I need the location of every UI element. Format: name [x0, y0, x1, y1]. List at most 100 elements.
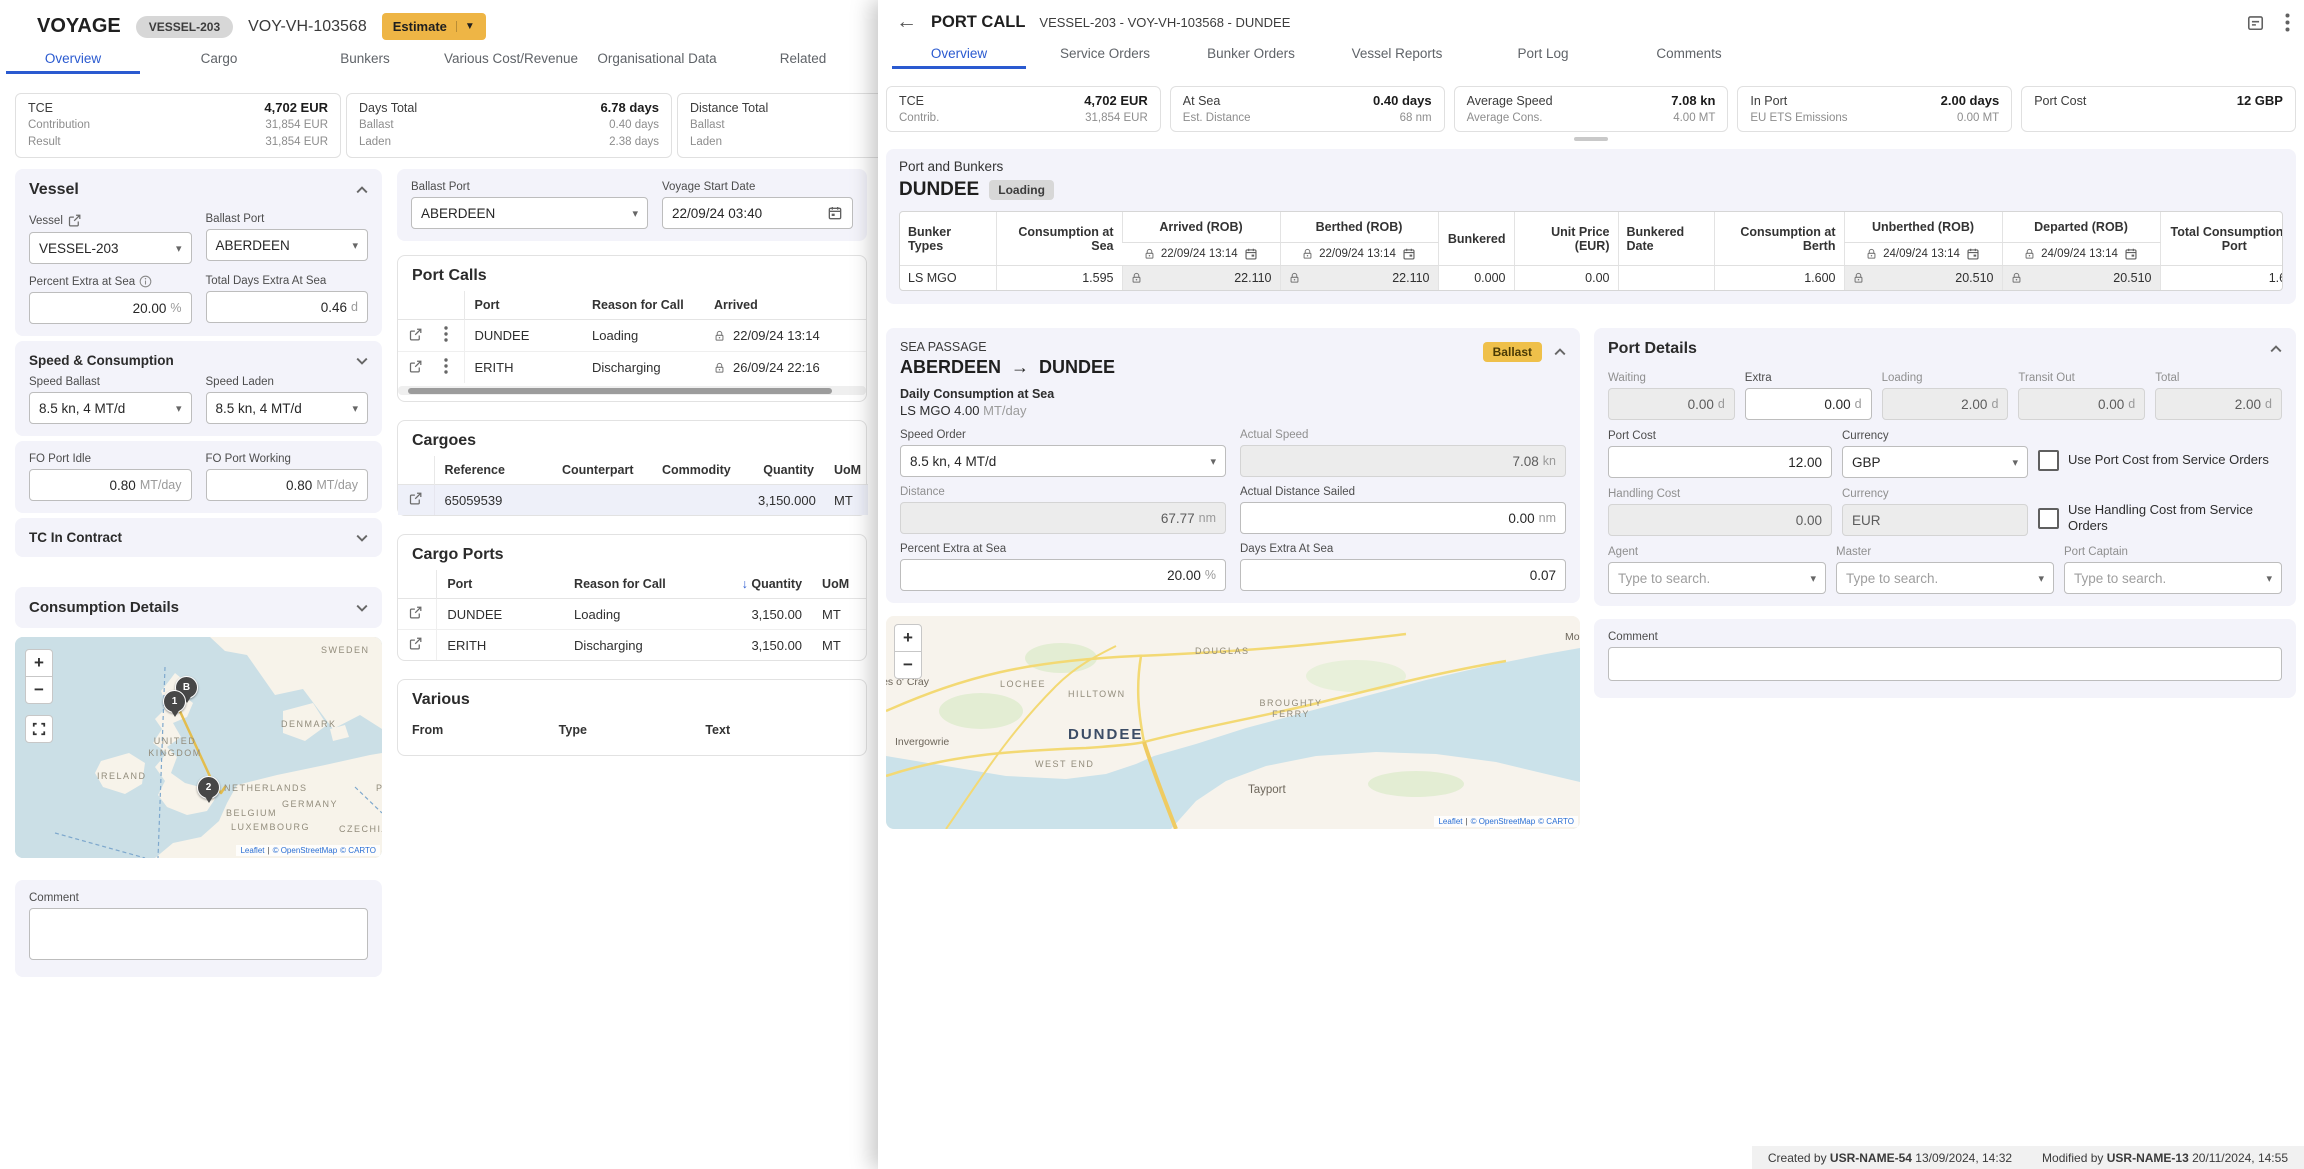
expand-chevron-icon[interactable]: [356, 604, 368, 612]
vessel-select[interactable]: VESSEL-203▾: [29, 232, 192, 264]
cargo-row[interactable]: 65059539 3,150.000 MT: [398, 485, 868, 516]
map-marker-1[interactable]: 1: [163, 690, 186, 713]
lock-icon[interactable]: [1853, 272, 1864, 284]
port-call-comment-input[interactable]: [1608, 647, 2282, 681]
osm-link[interactable]: © OpenStreetMap: [1471, 817, 1536, 826]
berthed-date[interactable]: 22/09/24 13:14: [1319, 248, 1396, 260]
kebab-menu-icon[interactable]: [444, 358, 448, 374]
use-port-cost-checkbox[interactable]: [2038, 450, 2059, 471]
actual-distance-sailed-input[interactable]: 0.00nm: [1240, 502, 1566, 534]
osm-link[interactable]: © OpenStreetMap: [273, 846, 338, 855]
expand-chevron-icon[interactable]: [356, 357, 368, 365]
collapse-chevron-icon[interactable]: [356, 186, 368, 194]
calendar-icon[interactable]: [2124, 247, 2138, 261]
speed-order-select[interactable]: 8.5 kn, 4 MT/d▾: [900, 445, 1226, 477]
ballast-port-select-2[interactable]: ABERDEEN▾: [411, 197, 648, 229]
voyage-route-map[interactable]: SWEDEN DENMARK UNITED KINGDOM IRELAND NE…: [15, 637, 382, 858]
lock-icon[interactable]: [1302, 248, 1313, 260]
tab-vessel-reports[interactable]: Vessel Reports: [1324, 38, 1470, 69]
total-days-extra-input[interactable]: 0.46d: [206, 291, 369, 323]
open-in-new-icon[interactable]: [408, 491, 423, 506]
port-captain-select[interactable]: Type to search.▾: [2064, 562, 2282, 594]
estimate-dropdown-caret[interactable]: ▼: [456, 21, 475, 32]
agent-select[interactable]: Type to search.▾: [1608, 562, 1826, 594]
voyage-comment-input[interactable]: [29, 908, 368, 960]
ballast-port-select[interactable]: ABERDEEN▾: [206, 229, 369, 261]
use-handling-cost-checkbox[interactable]: [2038, 508, 2059, 529]
leaflet-link[interactable]: Leaflet: [240, 846, 264, 855]
open-in-new-icon[interactable]: [67, 213, 82, 228]
lock-icon[interactable]: [1144, 248, 1155, 260]
leaflet-link[interactable]: Leaflet: [1438, 817, 1462, 826]
percent-extra-at-sea-input[interactable]: 20.00%: [900, 559, 1226, 591]
map-zoom-out-button[interactable]: −: [894, 651, 922, 679]
tab-overview[interactable]: Overview: [0, 43, 146, 74]
cargo-port-row[interactable]: ERITH Discharging 3,150.00 MT: [398, 630, 866, 661]
fo-port-idle-input[interactable]: 0.80MT/day: [29, 469, 192, 501]
lock-icon[interactable]: [1866, 248, 1877, 260]
voyage-start-date-input[interactable]: 22/09/24 03:40: [662, 197, 853, 229]
master-select[interactable]: Type to search.▾: [1836, 562, 2054, 594]
bunker-row[interactable]: LS MGO 1.595 22.110 22.110 0.000 0.00 1.…: [900, 266, 2283, 291]
port-map[interactable]: Dykes o' Cray LOCHEE HILLTOWN DOUGLAS Mo…: [886, 616, 1580, 829]
calendar-icon[interactable]: [827, 205, 843, 221]
speed-laden-select[interactable]: 8.5 kn, 4 MT/d▾: [206, 392, 369, 424]
arrived-date[interactable]: 22/09/24 13:14: [1161, 248, 1238, 260]
tab-comments[interactable]: Comments: [1616, 38, 1762, 69]
calendar-icon[interactable]: [2246, 13, 2265, 32]
extra-input[interactable]: 0.00d: [1745, 388, 1872, 420]
map-marker-2[interactable]: 2: [197, 776, 220, 799]
drag-handle[interactable]: [1574, 137, 1608, 141]
tab-cargo[interactable]: Cargo: [146, 43, 292, 74]
map-zoom-out-button[interactable]: −: [25, 676, 53, 704]
open-in-new-icon[interactable]: [408, 327, 423, 342]
scrollbar-thumb[interactable]: [408, 388, 832, 394]
carto-link[interactable]: © CARTO: [1538, 817, 1574, 826]
lock-icon[interactable]: [2024, 248, 2035, 260]
map-fullscreen-button[interactable]: [25, 715, 53, 743]
port-cost-input[interactable]: 12.00: [1608, 446, 1832, 478]
tab-bunker-orders[interactable]: Bunker Orders: [1178, 38, 1324, 69]
lock-icon[interactable]: [1289, 272, 1300, 284]
cargo-port-row[interactable]: DUNDEE Loading 3,150.00 MT: [398, 599, 866, 630]
tab-service-orders[interactable]: Service Orders: [1032, 38, 1178, 69]
tab-various-cost-revenue[interactable]: Various Cost/Revenue: [438, 43, 584, 74]
map-zoom-in-button[interactable]: +: [25, 649, 53, 677]
tab-related[interactable]: Related: [730, 43, 876, 74]
calendar-icon[interactable]: [1966, 247, 1980, 261]
expand-chevron-icon[interactable]: [356, 534, 368, 542]
unberthed-date[interactable]: 24/09/24 13:14: [1883, 248, 1960, 260]
kebab-menu-icon[interactable]: [444, 326, 448, 342]
port-call-row[interactable]: ERITH Discharging 26/09/24 22:16: [398, 352, 866, 384]
port-call-row[interactable]: DUNDEE Loading 22/09/24 13:14: [398, 320, 866, 352]
tab-port-log[interactable]: Port Log: [1470, 38, 1616, 69]
open-in-new-icon[interactable]: [408, 636, 423, 651]
tab-overview[interactable]: Overview: [886, 38, 1032, 69]
horizontal-scrollbar[interactable]: [398, 386, 866, 395]
lock-icon[interactable]: [714, 362, 725, 374]
tab-organisational-data[interactable]: Organisational Data: [584, 43, 730, 74]
open-in-new-icon[interactable]: [408, 605, 423, 620]
collapse-chevron-icon[interactable]: [1554, 348, 1566, 356]
tab-bunkers[interactable]: Bunkers: [292, 43, 438, 74]
percent-extra-at-sea-input[interactable]: 20.00%: [29, 292, 192, 324]
kebab-menu-icon[interactable]: [2285, 13, 2290, 32]
departed-date[interactable]: 24/09/24 13:14: [2041, 248, 2118, 260]
days-extra-at-sea-input[interactable]: 0.07: [1240, 559, 1566, 591]
speed-ballast-select[interactable]: 8.5 kn, 4 MT/d▾: [29, 392, 192, 424]
lock-icon[interactable]: [714, 330, 725, 342]
calendar-icon[interactable]: [1244, 247, 1258, 261]
lock-icon[interactable]: [2011, 272, 2022, 284]
lock-icon[interactable]: [1131, 272, 1142, 284]
calendar-icon[interactable]: [1402, 247, 1416, 261]
collapse-chevron-icon[interactable]: [2270, 345, 2282, 353]
open-in-new-icon[interactable]: [408, 359, 423, 374]
sort-header-quantity[interactable]: ↓ Quantity: [704, 570, 812, 599]
currency-select[interactable]: GBP▾: [1842, 446, 2028, 478]
map-label-belgium: BELGIUM: [226, 808, 277, 818]
map-zoom-in-button[interactable]: +: [894, 624, 922, 652]
carto-link[interactable]: © CARTO: [340, 846, 376, 855]
back-button[interactable]: ←: [896, 12, 917, 32]
fo-port-working-input[interactable]: 0.80MT/day: [206, 469, 369, 501]
estimate-button[interactable]: Estimate ▼: [382, 13, 486, 40]
